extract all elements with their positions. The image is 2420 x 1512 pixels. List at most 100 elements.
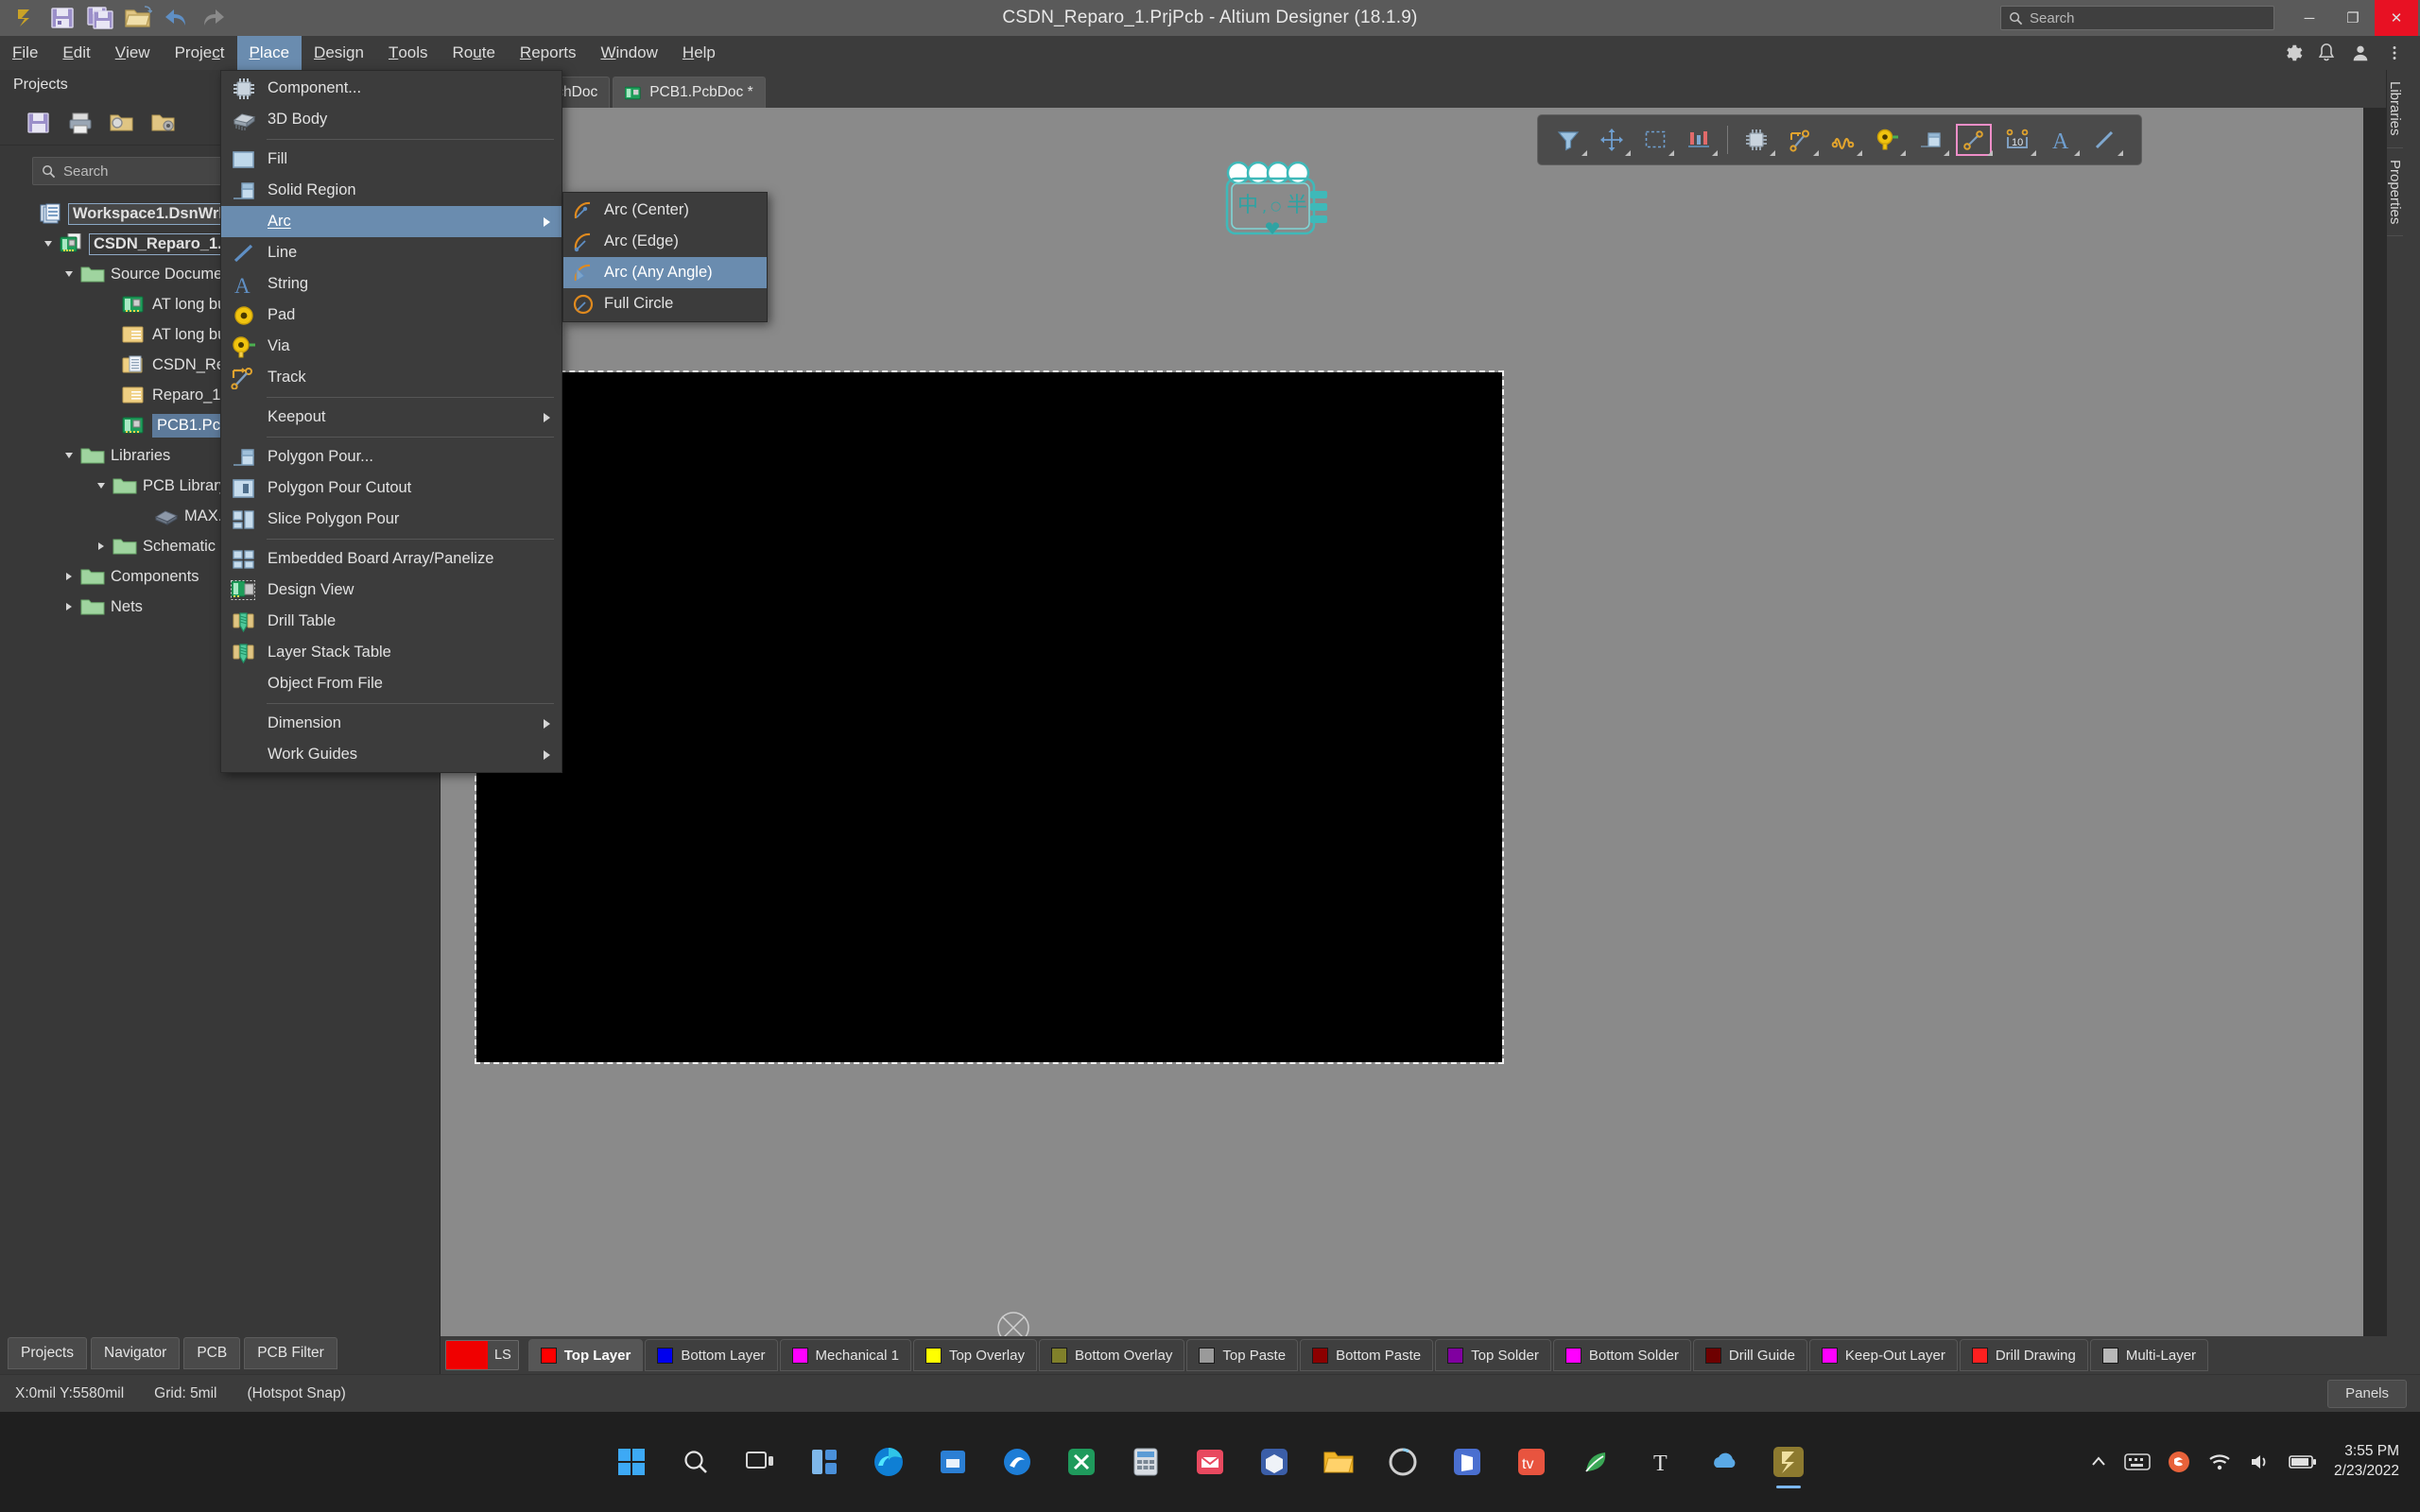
panel-save-icon[interactable] xyxy=(21,106,57,140)
maximize-button[interactable]: ❐ xyxy=(2331,0,2375,36)
layer-tab-bottom-solder[interactable]: Bottom Solder xyxy=(1552,1339,1691,1371)
layer-tab-bottom-layer[interactable]: Bottom Layer xyxy=(645,1339,778,1371)
undo-icon[interactable] xyxy=(159,3,193,33)
menu-edit[interactable]: Edit xyxy=(50,36,102,70)
place-menu-solid-region[interactable]: Solid Region xyxy=(221,175,562,206)
save-all-icon[interactable] xyxy=(83,3,117,33)
layer-tab-top-paste[interactable]: Top Paste xyxy=(1186,1339,1299,1371)
track-icon[interactable] xyxy=(1779,121,1821,159)
place-menu-design-view[interactable]: Design View xyxy=(221,575,562,606)
arc-submenu-arc-edge[interactable]: Arc (Edge) xyxy=(563,226,767,257)
panel-tab-pcb-filter[interactable]: PCB Filter xyxy=(244,1337,337,1369)
menu-place[interactable]: Place xyxy=(236,36,302,70)
layer-tab-bottom-overlay[interactable]: Bottom Overlay xyxy=(1038,1339,1185,1371)
layer-tab-bottom-paste[interactable]: Bottom Paste xyxy=(1300,1339,1434,1371)
select-region-icon[interactable] xyxy=(1634,121,1676,159)
close-button[interactable]: ✕ xyxy=(2375,0,2418,36)
minimize-button[interactable]: ─ xyxy=(2288,0,2331,36)
leaf-icon[interactable] xyxy=(1566,1433,1625,1491)
place-menu-keepout[interactable]: Keepout xyxy=(221,402,562,433)
layer-tab-drill-drawing[interactable]: Drill Drawing xyxy=(1959,1339,2088,1371)
box-icon[interactable] xyxy=(1245,1433,1304,1491)
align-icon[interactable] xyxy=(1678,121,1720,159)
gear-icon[interactable] xyxy=(2280,41,2305,65)
cloud-icon[interactable] xyxy=(1695,1433,1754,1491)
layer-tab-mechanical-1[interactable]: Mechanical 1 xyxy=(779,1339,911,1371)
place-menu-slice-polygon-pour[interactable]: Slice Polygon Pour xyxy=(221,504,562,535)
rail-tab-properties[interactable]: Properties xyxy=(2387,148,2403,236)
string-icon[interactable]: A xyxy=(2040,121,2082,159)
layer-tab-multi-layer[interactable]: Multi-Layer xyxy=(2089,1339,2209,1371)
panels-button[interactable]: Panels xyxy=(2327,1379,2407,1408)
place-menu-3d-body[interactable]: 3D Body xyxy=(221,104,562,135)
wave-route-icon[interactable] xyxy=(1823,121,1864,159)
layer-sets-swatch[interactable]: LS xyxy=(445,1340,519,1370)
filter-icon[interactable] xyxy=(1547,121,1589,159)
place-menu-fill[interactable]: Fill xyxy=(221,144,562,175)
media-icon[interactable]: tv xyxy=(1502,1433,1561,1491)
chevron-down-icon[interactable] xyxy=(59,269,79,279)
panel-print-icon[interactable] xyxy=(62,106,98,140)
menu-window[interactable]: Window xyxy=(588,36,669,70)
store-icon[interactable] xyxy=(924,1433,982,1491)
menu-reports[interactable]: Reports xyxy=(508,36,589,70)
move-icon[interactable] xyxy=(1591,121,1633,159)
layer-tab-top-layer[interactable]: Top Layer xyxy=(527,1339,644,1371)
widgets-icon[interactable] xyxy=(795,1433,854,1491)
chevron-down-icon[interactable] xyxy=(38,239,59,249)
save-icon[interactable] xyxy=(45,3,79,33)
place-menu-work-guides[interactable]: Work Guides xyxy=(221,739,562,770)
open-folder-icon[interactable] xyxy=(121,3,155,33)
chevron-down-icon[interactable] xyxy=(91,481,112,490)
dimension-icon[interactable]: 10 xyxy=(1996,121,2038,159)
arc-submenu-arc-center[interactable]: Arc (Center) xyxy=(563,195,767,226)
arc-submenu-arc-any-angle[interactable]: Arc (Any Angle) xyxy=(563,257,767,288)
place-menu-polygon-pour[interactable]: Polygon Pour... xyxy=(221,441,562,472)
place-menu-embedded-board-array[interactable]: Embedded Board Array/Panelize xyxy=(221,543,562,575)
text-icon[interactable]: T xyxy=(1631,1433,1689,1491)
line-icon[interactable] xyxy=(2083,121,2125,159)
windows-start-icon[interactable] xyxy=(602,1433,661,1491)
place-menu-track[interactable]: Track xyxy=(221,362,562,393)
place-menu-polygon-pour-cutout[interactable]: Polygon Pour Cutout xyxy=(221,472,562,504)
calculator-icon[interactable] xyxy=(1116,1433,1175,1491)
doc-tab-pcb1[interactable]: PCB1.PcbDoc * xyxy=(613,77,766,108)
xmind-icon[interactable] xyxy=(1052,1433,1111,1491)
panel-open-icon[interactable] xyxy=(104,106,140,140)
layer-tab-keep-out-layer[interactable]: Keep-Out Layer xyxy=(1808,1339,1958,1371)
panel-tab-projects[interactable]: Projects xyxy=(8,1337,87,1369)
layer-tab-drill-guide[interactable]: Drill Guide xyxy=(1692,1339,1807,1371)
menu-project[interactable]: Proje c t xyxy=(163,36,237,70)
loop-icon[interactable] xyxy=(1374,1433,1432,1491)
pcb-board-outline[interactable] xyxy=(475,370,1504,1064)
rail-tab-libraries[interactable]: Libraries xyxy=(2387,70,2403,148)
polygon-icon[interactable] xyxy=(1910,121,1951,159)
more-icon[interactable] xyxy=(2382,41,2407,65)
menu-file[interactable]: File xyxy=(0,36,50,70)
place-menu-object-from-file[interactable]: Object From File xyxy=(221,668,562,699)
layer-tab-top-solder[interactable]: Top Solder xyxy=(1435,1339,1551,1371)
chevron-right-icon[interactable] xyxy=(59,602,79,611)
bell-icon[interactable] xyxy=(2314,41,2339,65)
search-icon[interactable] xyxy=(666,1433,725,1491)
menu-route[interactable]: Ro u te xyxy=(441,36,508,70)
office-icon[interactable] xyxy=(1438,1433,1496,1491)
panel-tab-navigator[interactable]: Navigator xyxy=(91,1337,181,1369)
panel-tab-pcb[interactable]: PCB xyxy=(183,1337,241,1369)
edge-browser-icon[interactable] xyxy=(859,1433,918,1491)
place-menu-component[interactable]: Component... xyxy=(221,73,562,104)
global-search-box[interactable]: Search xyxy=(2000,6,2274,30)
user-icon[interactable] xyxy=(2348,41,2373,65)
chevron-right-icon[interactable] xyxy=(59,572,79,581)
browser2-icon[interactable] xyxy=(988,1433,1046,1491)
place-menu-line[interactable]: Line xyxy=(221,237,562,268)
place-menu-drill-table[interactable]: Drill Table xyxy=(221,606,562,637)
chevron-down-icon[interactable] xyxy=(59,451,79,460)
mail-icon[interactable] xyxy=(1181,1433,1239,1491)
menu-tools[interactable]: Tools xyxy=(376,36,441,70)
panel-options-icon[interactable] xyxy=(146,106,182,140)
task-view-icon[interactable] xyxy=(731,1433,789,1491)
component-icon[interactable] xyxy=(1736,121,1777,159)
file-explorer-icon[interactable] xyxy=(1309,1433,1368,1491)
pcb-component-footprint[interactable]: 中 , ○ 半 xyxy=(1216,160,1381,249)
